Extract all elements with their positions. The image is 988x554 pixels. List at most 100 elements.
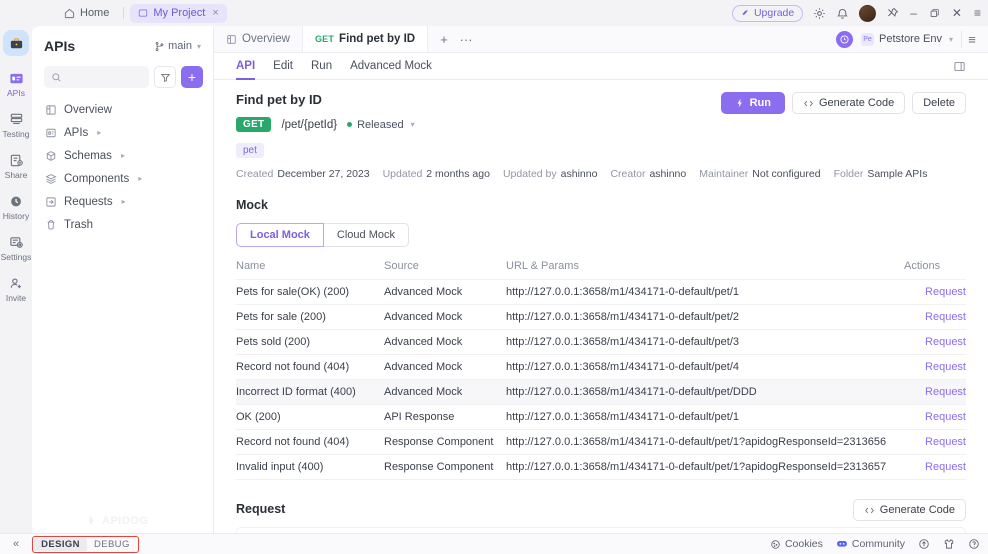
design-mode-button[interactable]: DESIGN <box>34 537 87 551</box>
pin-icon[interactable] <box>886 7 899 20</box>
sidebar-item-label: APIs <box>64 126 89 139</box>
user-avatar-button[interactable] <box>836 30 853 48</box>
requests-icon <box>44 195 57 208</box>
close-icon[interactable]: × <box>212 7 218 19</box>
table-row[interactable]: Record not found (404) Advanced Mock htt… <box>236 354 966 380</box>
cell-source: Advanced Mock <box>384 304 506 330</box>
upgrade-button[interactable]: Upgrade <box>731 4 804 22</box>
bell-icon[interactable] <box>836 7 849 20</box>
run-button[interactable]: Run <box>720 92 785 114</box>
maximize-button[interactable] <box>928 8 941 19</box>
search-input[interactable] <box>67 71 142 83</box>
sidebar-header: APIs main ▾ <box>32 32 213 60</box>
request-link[interactable]: Request <box>925 336 966 348</box>
sidebar-item-schemas[interactable]: Schemas ▸ <box>32 144 213 167</box>
cell-url: http://127.0.0.1:3658/m1/434171-0-defaul… <box>506 354 904 380</box>
new-tab-button[interactable]: + <box>434 29 454 49</box>
panel-toggle-icon[interactable] <box>953 60 966 73</box>
briefcase-icon[interactable] <box>3 30 29 56</box>
cell-source: Response Component <box>384 454 506 480</box>
tab-run[interactable]: Run <box>311 53 332 80</box>
cookies-label: Cookies <box>784 538 823 550</box>
sidebar-item-history[interactable]: History <box>0 193 32 221</box>
sidebar-item-label: Share <box>4 170 28 180</box>
window-menu-button[interactable]: ≡ <box>973 6 982 20</box>
sidebar-item-invite[interactable]: Invite <box>0 275 32 303</box>
tab-api[interactable]: API <box>236 53 255 80</box>
upload-icon[interactable] <box>918 538 930 550</box>
api-header-actions: Run Generate Code Delete <box>720 92 966 114</box>
chevron-down-icon: ▾ <box>410 120 415 129</box>
meta-folder: Folder Sample APIs <box>833 168 928 180</box>
sidebar-item-components[interactable]: Components ▸ <box>32 167 213 190</box>
delete-button[interactable]: Delete <box>912 92 966 114</box>
close-window-button[interactable]: ✕ <box>951 6 963 20</box>
avatar[interactable] <box>859 4 877 22</box>
cell-source: Response Component <box>384 429 506 455</box>
request-generate-code-button[interactable]: Generate Code <box>852 499 966 521</box>
collapse-sidebar-button[interactable]: « <box>8 538 24 550</box>
request-link[interactable]: Request <box>925 361 966 373</box>
table-row[interactable]: Pets sold (200) Advanced Mock http://127… <box>236 329 966 355</box>
tab-find-pet-by-id[interactable]: GET Find pet by ID <box>302 26 429 52</box>
home-tab[interactable]: Home <box>56 4 117 23</box>
chevron-right-icon[interactable]: ▸ <box>121 151 125 160</box>
chevron-right-icon[interactable]: ▸ <box>138 174 142 183</box>
main-menu-button[interactable]: ≡ <box>962 29 982 49</box>
cloud-mock-button[interactable]: Cloud Mock <box>323 223 409 247</box>
add-button[interactable]: + <box>181 66 203 88</box>
sidebar-item-requests[interactable]: Requests ▸ <box>32 190 213 213</box>
sidebar-item-share[interactable]: Share <box>0 152 32 180</box>
request-link[interactable]: Request <box>925 461 966 473</box>
gear-icon[interactable] <box>813 7 826 20</box>
sidebar-item-label: Requests <box>64 195 113 208</box>
settings-icon <box>8 234 24 250</box>
filter-button[interactable] <box>154 66 176 88</box>
search-input-wrap[interactable] <box>44 66 149 88</box>
sidebar-item-settings[interactable]: Settings <box>0 234 32 262</box>
table-row[interactable]: Record not found (404) Response Componen… <box>236 429 966 455</box>
cookies-button[interactable]: Cookies <box>770 538 823 550</box>
community-button[interactable]: Community <box>836 538 905 550</box>
sidebar-item-apis[interactable]: APIs <box>0 70 32 98</box>
tab-overview[interactable]: Overview <box>214 26 303 52</box>
branch-selector[interactable]: main ▾ <box>154 40 201 52</box>
request-link[interactable]: Request <box>925 286 966 298</box>
request-link[interactable]: Request <box>925 411 966 423</box>
cell-url: http://127.0.0.1:3658/m1/434171-0-defaul… <box>506 429 904 455</box>
tab-more-button[interactable]: ··· <box>456 29 476 49</box>
table-row[interactable]: Pets for sale (200) Advanced Mock http:/… <box>236 304 966 330</box>
sidebar-item-testing[interactable]: Testing <box>0 111 32 139</box>
apidog-watermark-label: APIDOG <box>102 514 149 527</box>
request-link[interactable]: Request <box>925 386 966 398</box>
debug-mode-button[interactable]: DEBUG <box>87 538 137 551</box>
sidebar-item-trash[interactable]: Trash <box>32 213 213 236</box>
table-row[interactable]: Incorrect ID format (400) Advanced Mock … <box>236 379 966 405</box>
project-tab[interactable]: My Project × <box>130 3 227 23</box>
sidebar-item-apis-folder[interactable]: APIs ▸ <box>32 121 213 144</box>
discord-icon <box>836 538 848 550</box>
status-badge[interactable]: Released ▾ <box>347 119 415 131</box>
chevron-right-icon[interactable]: ▸ <box>97 128 101 137</box>
sidebar-item-overview[interactable]: Overview <box>32 98 213 121</box>
generate-code-button[interactable]: Generate Code <box>791 92 906 114</box>
tab-advanced-mock[interactable]: Advanced Mock <box>350 53 432 80</box>
request-link[interactable]: Request <box>925 311 966 323</box>
local-mock-button[interactable]: Local Mock <box>236 223 324 247</box>
sidebar-nav: Overview APIs ▸ Schemas ▸ Components ▸ R… <box>32 96 213 238</box>
minimize-button[interactable]: – <box>909 6 918 20</box>
table-row[interactable]: OK (200) API Response http://127.0.0.1:3… <box>236 404 966 430</box>
project-sidebar: APIs main ▾ + Overview APIs ▸ Schemas ▸ … <box>32 26 214 533</box>
help-icon[interactable] <box>968 538 980 550</box>
invite-icon <box>8 275 24 291</box>
table-row[interactable]: Invalid input (400) Response Component h… <box>236 454 966 480</box>
environment-selector[interactable]: Pe Petstore Env ▾ <box>861 30 962 48</box>
request-link[interactable]: Request <box>925 436 966 448</box>
tab-edit[interactable]: Edit <box>273 53 293 80</box>
table-row[interactable]: Pets for sale(OK) (200) Advanced Mock ht… <box>236 279 966 305</box>
chevron-right-icon[interactable]: ▸ <box>122 197 126 206</box>
cell-url: http://127.0.0.1:3658/m1/434171-0-defaul… <box>506 454 904 480</box>
mock-table-body: Pets for sale(OK) (200) Advanced Mock ht… <box>236 279 966 480</box>
path-params-box[interactable]: Path Params <box>236 527 966 533</box>
shirt-icon[interactable] <box>943 538 955 550</box>
